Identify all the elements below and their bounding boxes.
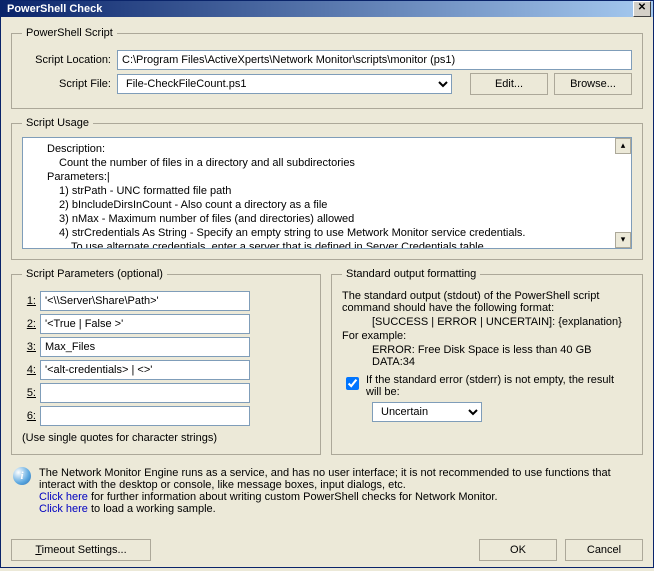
group-legend: Standard output formatting bbox=[342, 268, 480, 280]
stdout-example: ERROR: Free Disk Space is less than 40 G… bbox=[342, 344, 632, 368]
dialog-window: PowerShell Check ✕ PowerShell Script Scr… bbox=[0, 0, 654, 568]
close-icon[interactable]: ✕ bbox=[633, 1, 651, 17]
link-load-sample[interactable]: Click here bbox=[39, 503, 88, 515]
param-label-3: 3: bbox=[22, 341, 40, 353]
titlebar: PowerShell Check ✕ bbox=[1, 1, 653, 17]
browse-button[interactable]: Browse... bbox=[554, 73, 632, 95]
cancel-button[interactable]: Cancel bbox=[565, 539, 643, 561]
param-label-1: 1: bbox=[22, 295, 40, 307]
info-icon: i bbox=[13, 467, 31, 485]
script-parameters-group: Script Parameters (optional) 1: 2: 3: 4:… bbox=[11, 268, 321, 455]
scroll-up-icon[interactable]: ▴ bbox=[615, 138, 631, 154]
stdout-example-label: For example: bbox=[342, 330, 632, 342]
param-input-1[interactable] bbox=[40, 291, 250, 311]
script-file-select[interactable]: File-CheckFileCount.ps1 bbox=[117, 74, 452, 94]
usage-text: Description: Count the number of files i… bbox=[22, 137, 632, 249]
stdout-formatting-group: Standard output formatting The standard … bbox=[331, 268, 643, 455]
footer: Timeout Settings... OK Cancel bbox=[1, 533, 653, 571]
script-usage-group: Script Usage Description: Count the numb… bbox=[11, 117, 643, 260]
stderr-checkbox[interactable] bbox=[346, 377, 359, 390]
script-file-label: Script File: bbox=[22, 78, 117, 90]
link-further-info[interactable]: Click here bbox=[39, 491, 88, 503]
param-input-3[interactable] bbox=[40, 337, 250, 357]
param-input-6[interactable] bbox=[40, 406, 250, 426]
param-input-4[interactable] bbox=[40, 360, 250, 380]
param-label-2: 2: bbox=[22, 318, 40, 330]
stderr-result-select[interactable]: Uncertain bbox=[372, 402, 482, 422]
param-label-6: 6: bbox=[22, 410, 40, 422]
edit-button[interactable]: Edit... bbox=[470, 73, 548, 95]
param-label-5: 5: bbox=[22, 387, 40, 399]
stdout-desc: The standard output (stdout) of the Powe… bbox=[342, 290, 632, 314]
scroll-down-icon[interactable]: ▾ bbox=[615, 232, 631, 248]
stderr-label: If the standard error (stderr) is not em… bbox=[366, 374, 632, 398]
ok-button[interactable]: OK bbox=[479, 539, 557, 561]
group-legend: Script Usage bbox=[22, 117, 93, 129]
group-legend: Script Parameters (optional) bbox=[22, 268, 167, 280]
param-input-2[interactable] bbox=[40, 314, 250, 334]
info-section: i The Network Monitor Engine runs as a s… bbox=[13, 467, 641, 515]
info-text: The Network Monitor Engine runs as a ser… bbox=[39, 467, 641, 491]
stdout-format: [SUCCESS | ERROR | UNCERTAIN]: {explanat… bbox=[342, 316, 632, 328]
script-location-field bbox=[117, 50, 632, 70]
param-input-5[interactable] bbox=[40, 383, 250, 403]
timeout-settings-button[interactable]: Timeout Settings... bbox=[11, 539, 151, 561]
powershell-script-group: PowerShell Script Script Location: Scrip… bbox=[11, 27, 643, 109]
script-location-label: Script Location: bbox=[22, 54, 117, 66]
group-legend: PowerShell Script bbox=[22, 27, 117, 39]
param-label-4: 4: bbox=[22, 364, 40, 376]
window-title: PowerShell Check bbox=[7, 3, 633, 15]
params-hint: (Use single quotes for character strings… bbox=[22, 432, 310, 444]
